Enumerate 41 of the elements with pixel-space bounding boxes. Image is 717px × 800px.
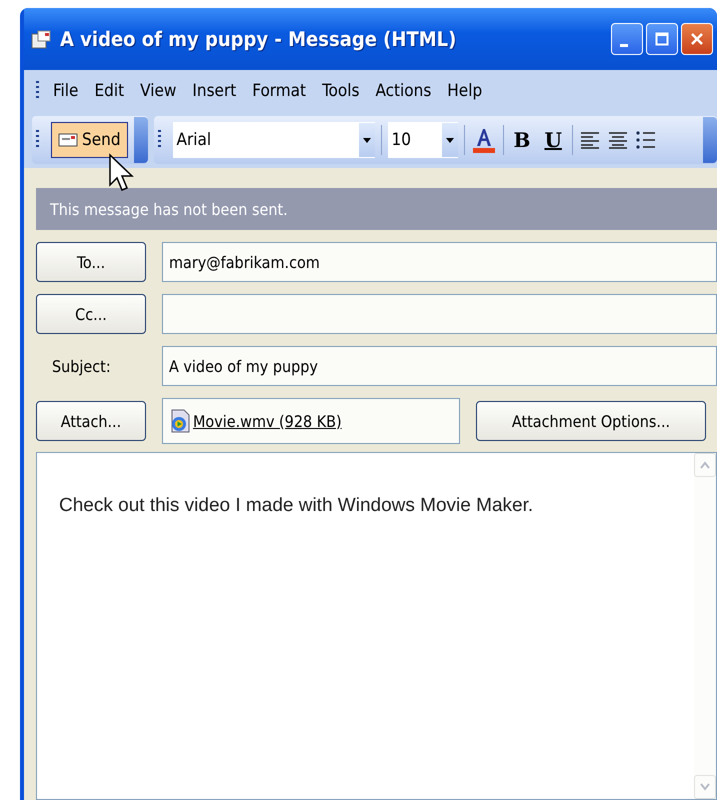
- menu-item[interactable]: Help: [439, 77, 490, 105]
- input-field[interactable]: [162, 294, 717, 334]
- menu-item[interactable]: File: [45, 77, 86, 105]
- menu-item[interactable]: Edit: [86, 77, 132, 105]
- menu-item[interactable]: Tools: [314, 77, 368, 105]
- input-field[interactable]: A video of my puppy: [162, 346, 717, 386]
- video-file-icon: [169, 409, 191, 433]
- window-title: A video of my puppy - Message (HTML): [60, 27, 458, 51]
- underline-button[interactable]: U: [540, 128, 566, 152]
- input-field[interactable]: mary@fabrikam.com: [162, 242, 717, 282]
- attach-button[interactable]: Attach...: [36, 401, 146, 441]
- close-icon: [690, 32, 704, 46]
- envelope-icon: [58, 133, 78, 147]
- grip-icon[interactable]: [36, 130, 39, 150]
- bullet-list-icon[interactable]: [634, 130, 657, 150]
- message-text: Check out this video I made with Windows Movie Maker.: [59, 495, 534, 518]
- grip-icon[interactable]: [158, 130, 161, 150]
- size-dropdown[interactable]: 10: [388, 122, 458, 158]
- align-center-icon[interactable]: [606, 130, 629, 150]
- menu-item[interactable]: Actions: [367, 77, 440, 105]
- attachment-options-button[interactable]: Attachment Options...: [476, 401, 706, 441]
- font-dropdown[interactable]: Arial: [172, 122, 375, 158]
- align-left-icon[interactable]: [578, 130, 601, 150]
- bold-button[interactable]: B: [510, 128, 534, 152]
- close-button[interactable]: [681, 23, 713, 55]
- attachment-link[interactable]: Movie.wmv (928 KB): [193, 412, 342, 430]
- menu-item[interactable]: Format: [244, 77, 314, 105]
- font-color-icon[interactable]: [470, 126, 497, 154]
- send-button[interactable]: Send: [51, 122, 128, 158]
- grip-icon[interactable]: [36, 81, 39, 101]
- address-button[interactable]: Cc...: [36, 294, 146, 334]
- info-bar: This message has not been sent.: [36, 188, 717, 230]
- minimize-icon: [620, 44, 628, 46]
- maximize-icon: [655, 32, 669, 46]
- address-button[interactable]: To...: [36, 242, 146, 282]
- minimize-button[interactable]: [611, 23, 643, 55]
- menu-item[interactable]: View: [132, 77, 184, 105]
- maximize-button[interactable]: [646, 23, 678, 55]
- message-body-field[interactable]: Check out this video I made with Windows Movie Maker.: [36, 452, 717, 800]
- menu-item[interactable]: Insert: [184, 77, 244, 105]
- field-label: Subject:: [51, 356, 112, 376]
